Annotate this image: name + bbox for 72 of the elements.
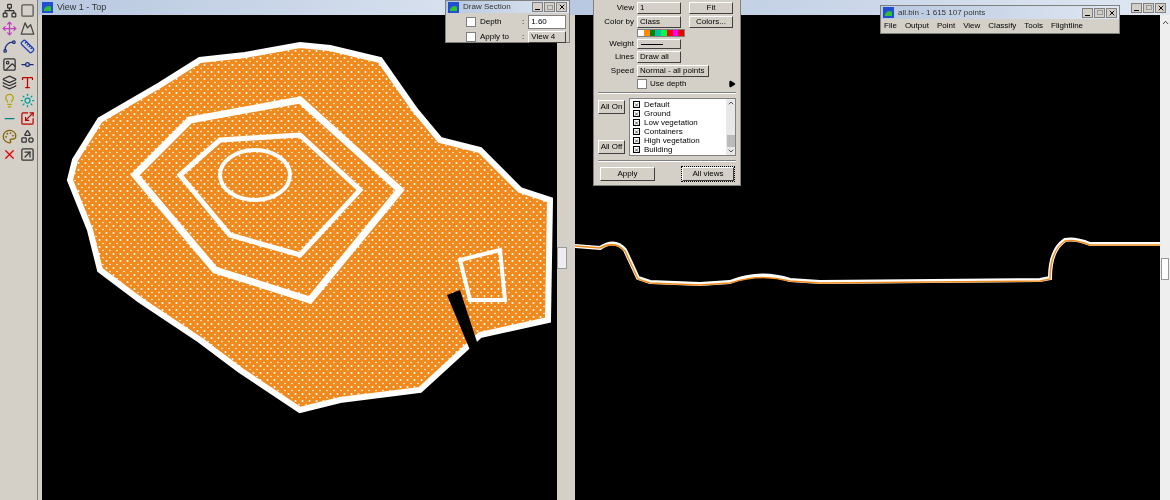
menu-item[interactable]: Point [936,20,956,32]
checkbox[interactable] [637,79,647,89]
menu-item[interactable]: Classify [988,20,1017,32]
class-checkbox[interactable] [633,110,640,117]
scroll-up-icon[interactable] [1160,18,1170,27]
apply-button[interactable]: Apply [600,167,655,181]
app-icon [883,7,894,18]
scrollbar-thumb[interactable] [1161,258,1169,280]
class-checkbox[interactable] [633,101,640,108]
view-dropdown[interactable]: View 4 [528,31,567,43]
class-name[interactable]: Ground [644,109,671,118]
line-icon[interactable] [2,39,18,54]
close-button[interactable] [1106,7,1117,18]
window-title: all.bin - 1 615 107 points [898,6,986,19]
use-depth-label: Use depth [650,80,687,88]
scrollbar-thumb[interactable] [557,246,567,269]
colors-button[interactable]: Colors... [689,16,733,28]
menu-item[interactable]: Output [904,20,929,32]
stack-icon[interactable] [2,75,18,90]
mountain-icon[interactable] [19,21,35,36]
menu-item[interactable]: Flightline [1051,20,1084,32]
field-label: Apply to [480,31,510,43]
field-label: Speed [609,67,634,75]
view-dropdown[interactable]: 1 [637,2,681,14]
colon-label: : [522,16,525,28]
class-name[interactable]: Default [644,100,670,109]
menu-item[interactable]: View [963,20,981,32]
shapes-icon[interactable] [19,129,35,144]
scroll-up-icon[interactable] [726,99,735,107]
class-checkbox[interactable] [633,128,640,135]
menu-item[interactable]: Tools [1024,20,1044,32]
colon-label: : [522,31,525,43]
class-name[interactable]: Containers [644,127,683,136]
fit-button[interactable]: Fit [689,2,733,14]
letter-icon[interactable] [19,75,35,90]
checkbox[interactable] [466,17,476,27]
palette-icon[interactable] [2,129,18,144]
image-icon[interactable] [2,57,18,72]
color-by-dropdown[interactable]: Class [637,16,681,28]
all-on-button[interactable]: All On [598,100,625,114]
field-label: Depth [480,16,503,28]
app-icon [448,1,459,13]
class-checkbox[interactable] [633,146,640,153]
field-label: Lines [613,53,634,61]
minimize-button[interactable] [532,2,543,12]
scroll-down-icon[interactable] [726,147,735,155]
network-icon[interactable] [2,3,18,18]
depth-field[interactable]: 1.60 [528,15,567,29]
expand-arrow-icon[interactable] [728,80,736,88]
window-title: View 1 - Top [57,0,107,14]
weight-dropdown[interactable] [637,39,681,49]
scrollbar-thumb[interactable] [726,135,735,147]
class-name[interactable]: Building [644,145,673,154]
menu-item[interactable]: File [884,20,897,32]
close-button[interactable] [1155,2,1166,13]
all-views-button[interactable]: All views [682,167,734,181]
view-label: View [615,4,634,12]
class-checkbox[interactable] [633,137,640,144]
dialog-title: Draw Section [463,1,511,13]
close-button[interactable] [556,2,567,12]
color-by-label: Color by [603,18,634,26]
lines-dropdown[interactable]: Draw all [637,51,681,63]
all-off-button[interactable]: All Off [598,140,625,154]
minimize-button[interactable] [1082,7,1093,18]
class-checkbox[interactable] [633,119,640,126]
class-name[interactable]: High vegetation [644,136,700,145]
class-name[interactable]: Low vegetation [644,118,698,127]
minimize-button[interactable] [1131,2,1142,13]
speed-dropdown[interactable]: Normal - all points [637,65,709,77]
weight-label: Weight [608,40,634,48]
app-icon [42,2,53,13]
checkbox[interactable] [466,32,476,42]
